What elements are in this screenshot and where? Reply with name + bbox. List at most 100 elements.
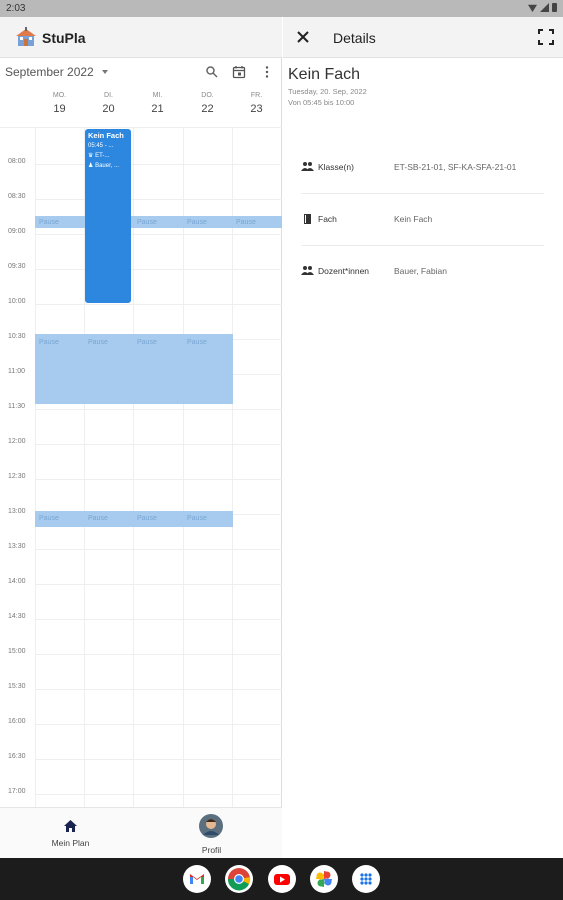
details-app-bar: Details bbox=[283, 17, 563, 58]
group-icon: ♛ bbox=[88, 153, 94, 159]
event-lecturer-text: Bauer, ... bbox=[95, 163, 120, 169]
time-gridline bbox=[35, 654, 282, 655]
event-lecturer: ♟ Bauer, ... bbox=[88, 161, 128, 171]
day-header[interactable]: FR. 23 bbox=[232, 90, 281, 115]
gmail-icon[interactable] bbox=[183, 865, 211, 893]
subject-title: Kein Fach bbox=[288, 66, 361, 83]
pause-label: Pause bbox=[137, 515, 157, 522]
pause-label: Pause bbox=[39, 515, 59, 522]
group-icon bbox=[301, 162, 314, 171]
time-label: 11:30 bbox=[8, 403, 25, 410]
month-selector[interactable]: September 2022 bbox=[5, 65, 94, 79]
pause-label: Pause bbox=[88, 515, 108, 522]
day-headers: MO. 19 DI. 20 MI. 21 DO. 22 FR. 23 bbox=[0, 90, 282, 130]
pause-label: Pause bbox=[39, 219, 59, 226]
time-label: 10:00 bbox=[8, 298, 26, 305]
book-icon bbox=[304, 214, 311, 224]
day-abbr: FR. bbox=[250, 92, 263, 99]
calendar-toolbar: September 2022 bbox=[0, 58, 282, 86]
day-header[interactable]: MI. 21 bbox=[133, 90, 182, 115]
app-title: StuPla bbox=[42, 30, 86, 46]
day-number: 20 bbox=[102, 103, 115, 115]
time-gridline bbox=[35, 304, 282, 305]
nav-label: Profil bbox=[201, 845, 222, 855]
event-class-text: ET-... bbox=[95, 153, 110, 159]
subject-time: Von 05:45 bis 10:00 bbox=[288, 98, 355, 107]
app-bar: StuPla bbox=[0, 17, 282, 58]
event-time: 05:45 - ... bbox=[88, 143, 114, 149]
search-icon[interactable] bbox=[205, 65, 219, 79]
time-label: 08:30 bbox=[8, 193, 26, 200]
wifi-icon bbox=[528, 4, 537, 12]
time-gridline bbox=[35, 619, 282, 620]
event-class: ♛ ET-... bbox=[88, 151, 128, 161]
row-value: Kein Fach bbox=[394, 214, 433, 224]
youtube-icon[interactable] bbox=[268, 865, 296, 893]
pause-label: Pause bbox=[187, 339, 207, 346]
time-gridline bbox=[35, 794, 282, 795]
time-label: 17:00 bbox=[8, 788, 26, 795]
time-gridline bbox=[35, 199, 282, 200]
time-label: 16:00 bbox=[8, 718, 26, 725]
time-gridline bbox=[35, 409, 282, 410]
close-icon[interactable] bbox=[296, 30, 310, 44]
time-gridline bbox=[35, 479, 282, 480]
day-header[interactable]: DO. 22 bbox=[183, 90, 232, 115]
column-divider bbox=[232, 128, 233, 824]
row-label: Klasse(n) bbox=[318, 162, 354, 172]
more-vertical-icon[interactable] bbox=[260, 65, 274, 79]
time-gridline bbox=[35, 269, 282, 270]
detail-row-klassen: Klasse(n) ET-SB-21-01, SF-KA-SFA-21-01 bbox=[301, 142, 544, 194]
time-gridline bbox=[35, 584, 282, 585]
details-title: Details bbox=[333, 30, 376, 46]
day-number: 22 bbox=[201, 103, 214, 115]
day-abbr: DO. bbox=[201, 92, 214, 99]
home-icon bbox=[64, 820, 77, 832]
row-label: Fach bbox=[318, 214, 337, 224]
day-number: 23 bbox=[250, 103, 263, 115]
time-label: 14:00 bbox=[8, 578, 26, 585]
status-bar: 2:03 bbox=[0, 0, 563, 17]
time-label: 12:30 bbox=[8, 473, 26, 480]
column-divider bbox=[133, 128, 134, 824]
row-value: ET-SB-21-01, SF-KA-SFA-21-01 bbox=[394, 162, 517, 172]
nav-mein-plan[interactable]: Mein Plan bbox=[0, 808, 141, 859]
day-header[interactable]: DI. 20 bbox=[84, 90, 133, 115]
pause-label: Pause bbox=[137, 219, 157, 226]
time-label: 10:30 bbox=[8, 333, 26, 340]
calendar-today-icon[interactable] bbox=[232, 65, 246, 79]
event-title: Kein Fach bbox=[88, 131, 124, 140]
event-kein-fach[interactable]: Kein Fach 05:45 - ... ♛ ET-... ♟ Bauer, … bbox=[85, 129, 131, 303]
detail-row-dozent: Dozent*innen Bauer, Fabian bbox=[301, 246, 544, 298]
column-divider bbox=[183, 128, 184, 824]
calendar-grid[interactable]: 08:00 08:30 09:00 09:30 10:00 10:30 11:0… bbox=[0, 127, 282, 824]
subject-date: Tuesday, 20. Sep, 2022 bbox=[288, 87, 367, 96]
chrome-icon[interactable] bbox=[225, 865, 253, 893]
photos-icon[interactable] bbox=[310, 865, 338, 893]
pause-label: Pause bbox=[236, 219, 256, 226]
time-label: 14:30 bbox=[8, 613, 26, 620]
signal-icon bbox=[540, 3, 549, 12]
time-label: 13:00 bbox=[8, 508, 26, 515]
time-label: 15:30 bbox=[8, 683, 26, 690]
pause-label: Pause bbox=[187, 515, 207, 522]
time-label: 12:00 bbox=[8, 438, 26, 445]
time-gridline bbox=[35, 689, 282, 690]
nav-label: Mein Plan bbox=[51, 838, 90, 848]
group-icon bbox=[301, 266, 314, 275]
time-label: 16:30 bbox=[8, 753, 26, 760]
nav-profil[interactable]: Profil bbox=[141, 808, 282, 859]
app-drawer-icon[interactable] bbox=[352, 865, 380, 893]
day-header[interactable]: MO. 19 bbox=[35, 90, 84, 115]
fullscreen-icon[interactable] bbox=[538, 29, 554, 45]
calendar-pane: StuPla September 2022 MO. 19 DI. 20 MI. … bbox=[0, 17, 282, 858]
time-gridline bbox=[35, 164, 282, 165]
pause-label: Pause bbox=[137, 339, 157, 346]
system-dock bbox=[0, 858, 563, 900]
day-abbr: MI. bbox=[152, 92, 163, 99]
status-time: 2:03 bbox=[6, 3, 26, 14]
row-value: Bauer, Fabian bbox=[394, 266, 447, 276]
day-number: 19 bbox=[53, 103, 66, 115]
day-abbr: MO. bbox=[52, 92, 67, 99]
chevron-down-icon[interactable] bbox=[102, 70, 108, 74]
